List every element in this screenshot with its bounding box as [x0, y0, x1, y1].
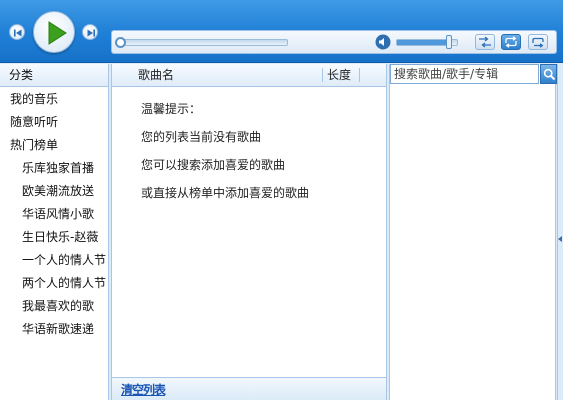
chart-list-item[interactable]: 欧美潮流放送 [0, 180, 108, 203]
search-box [390, 64, 539, 84]
search-icon [543, 68, 556, 81]
search-input[interactable] [391, 65, 538, 83]
hint-title: 温馨提示： [141, 102, 202, 116]
progress-bar[interactable] [120, 39, 288, 46]
next-icon [87, 29, 95, 37]
category-sidebar: 分类 我的音乐 随意听听 热门榜单 乐库独家首播 欧美潮流放送 华语风情小歌 生日快乐-赵薇… [0, 64, 109, 400]
play-button[interactable] [33, 11, 75, 53]
chart-list-item[interactable]: 两个人的情人节 [0, 272, 108, 295]
next-track-button[interactable] [82, 24, 98, 40]
playlist-footer: 清空列表 [112, 377, 386, 400]
sequential-mode-button[interactable] [475, 34, 495, 50]
hint-line: 您可以搜索添加喜爱的歌曲 [141, 158, 286, 172]
clear-list-link[interactable]: 清空列表 [121, 381, 166, 398]
playlist-panel: 歌曲名 长度 温馨提示： 您的列表当前没有歌曲 您可以搜索添加喜爱的歌曲 或直接… [111, 64, 387, 400]
repeat-mode-button[interactable] [501, 34, 521, 50]
hint-line: 您的列表当前没有歌曲 [141, 130, 262, 144]
playlist-header: 歌曲名 长度 [112, 64, 386, 87]
chart-list-item[interactable]: 乐库独家首播 [0, 157, 108, 180]
shuffle-mode-button[interactable] [528, 34, 548, 50]
chart-list-item[interactable]: 一个人的情人节 [0, 249, 108, 272]
column-divider[interactable] [322, 68, 323, 82]
volume-handle[interactable] [445, 35, 452, 49]
collapse-panel-handle[interactable] [557, 64, 563, 400]
previous-track-button[interactable] [9, 24, 25, 40]
shuffle-icon [532, 37, 544, 48]
collapse-arrow-icon [558, 236, 562, 242]
chart-list-item[interactable]: 我最喜欢的歌 [0, 295, 108, 318]
category-item[interactable]: 热门榜单 [0, 134, 108, 157]
play-icon [48, 21, 67, 45]
previous-icon [14, 29, 22, 37]
column-divider[interactable] [359, 68, 360, 82]
progress-handle[interactable] [115, 37, 126, 48]
repeat-icon [505, 36, 517, 48]
category-header: 分类 [0, 64, 108, 87]
volume-fill [397, 40, 448, 45]
hint-line: 或直接从榜单中添加喜爱的歌曲 [141, 186, 310, 200]
column-song-title[interactable]: 歌曲名 [138, 64, 174, 86]
empty-playlist-hint: 温馨提示： 您的列表当前没有歌曲 您可以搜索添加喜爱的歌曲 或直接从榜单中添加喜… [141, 102, 309, 214]
volume-icon[interactable] [375, 34, 391, 50]
column-length[interactable]: 长度 [327, 64, 351, 86]
chart-list-item[interactable]: 华语风情小歌 [0, 203, 108, 226]
search-panel [389, 64, 557, 400]
category-item[interactable]: 随意听听 [0, 111, 108, 134]
category-item[interactable]: 我的音乐 [0, 88, 108, 111]
category-list: 我的音乐 随意听听 热门榜单 乐库独家首播 欧美潮流放送 华语风情小歌 生日快乐-赵薇 一个人… [0, 87, 108, 341]
search-button[interactable] [540, 64, 557, 84]
chart-list-item[interactable]: 生日快乐-赵薇 [0, 226, 108, 249]
chart-list-item[interactable]: 华语新歌速递 [0, 318, 108, 341]
sequential-mode-icon [479, 36, 491, 48]
playback-panel [111, 30, 557, 54]
player-toolbar [0, 0, 563, 63]
